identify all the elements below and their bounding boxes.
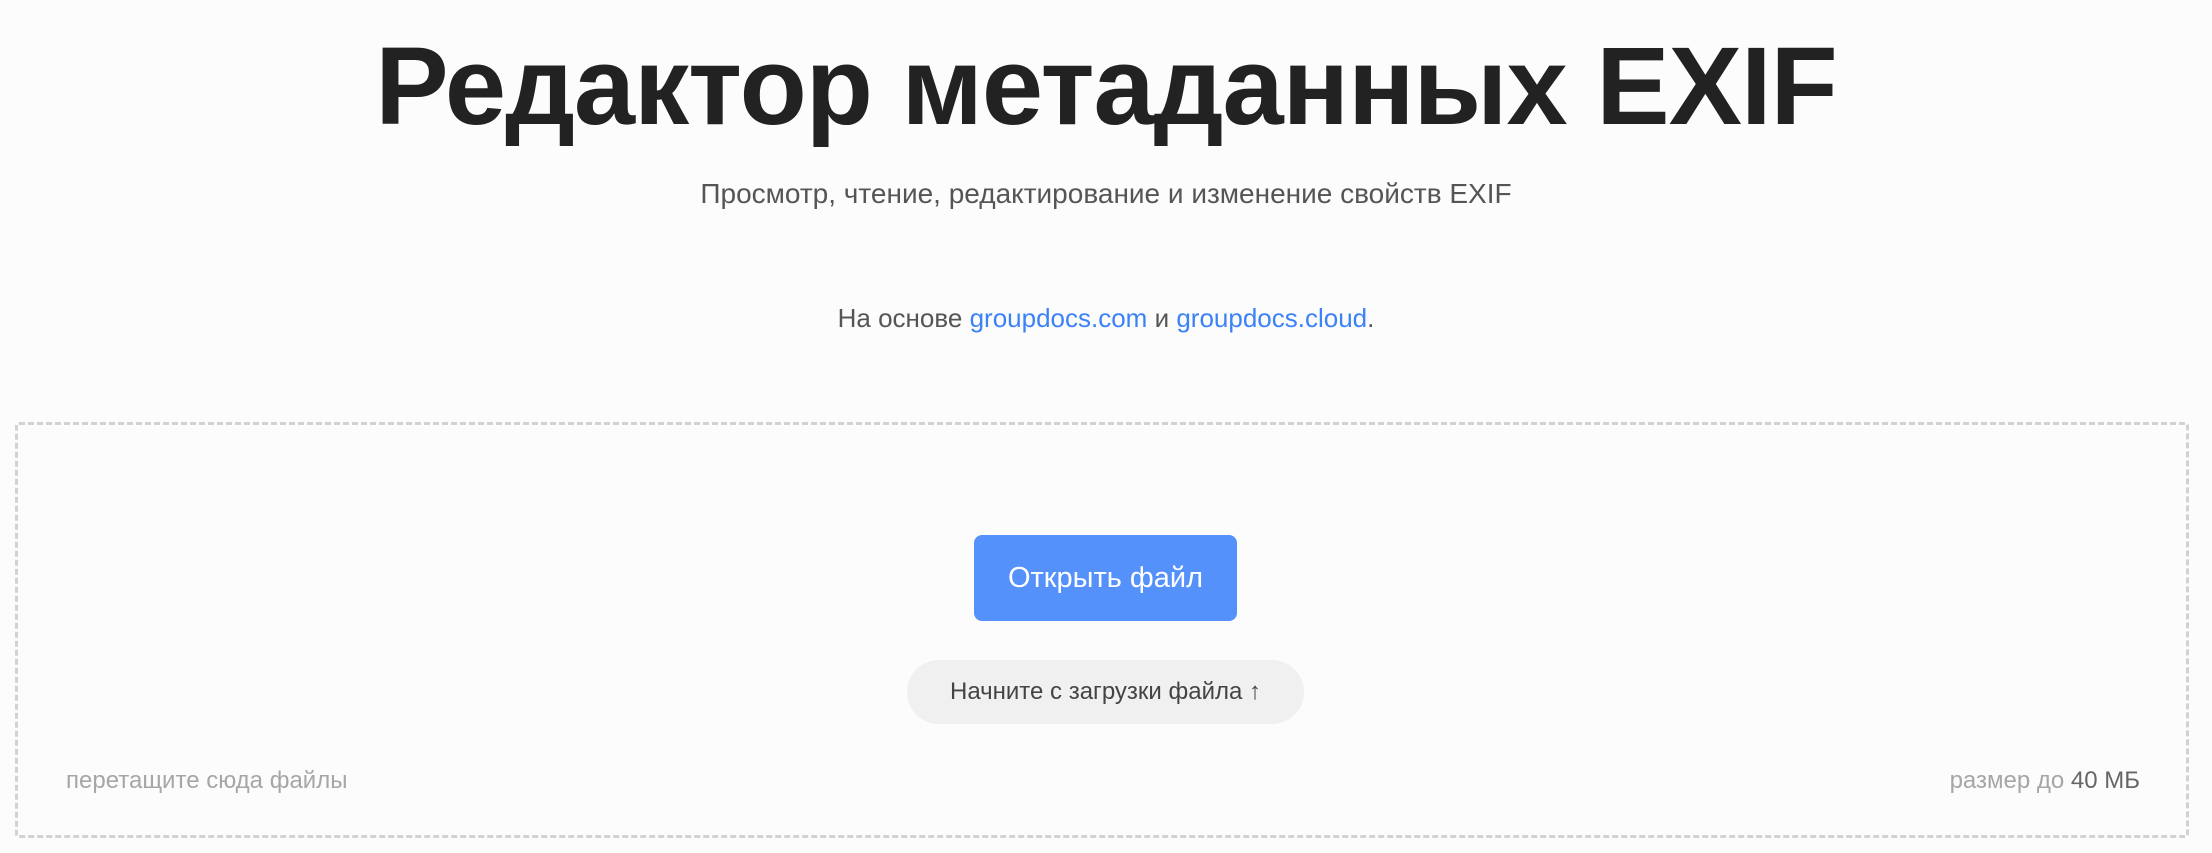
groupdocs-com-link[interactable]: groupdocs.com bbox=[970, 303, 1148, 333]
powered-suffix: . bbox=[1367, 303, 1375, 333]
size-limit-prefix: размер до bbox=[1949, 767, 2071, 794]
size-limit-value: 40 МБ bbox=[2070, 767, 2140, 794]
upload-hint-badge: Начните с загрузки файла ↑ bbox=[907, 660, 1304, 724]
file-dropzone[interactable]: Открыть файл Начните с загрузки файла ↑ … bbox=[15, 422, 2189, 838]
page-title: Редактор метаданных EXIF bbox=[375, 25, 1837, 148]
powered-prefix: На основе bbox=[837, 303, 970, 333]
open-file-button[interactable]: Открыть файл bbox=[974, 535, 1237, 621]
powered-by: На основе groupdocs.com и groupdocs.clou… bbox=[0, 300, 2212, 336]
powered-conjunction: и bbox=[1147, 303, 1177, 333]
page-subtitle: Просмотр, чтение, редактирование и измен… bbox=[700, 178, 1512, 209]
file-size-limit: размер до 40 МБ bbox=[1950, 765, 2140, 797]
groupdocs-cloud-link[interactable]: groupdocs.cloud bbox=[1176, 303, 1367, 333]
drag-files-hint: перетащите сюда файлы bbox=[66, 767, 348, 794]
